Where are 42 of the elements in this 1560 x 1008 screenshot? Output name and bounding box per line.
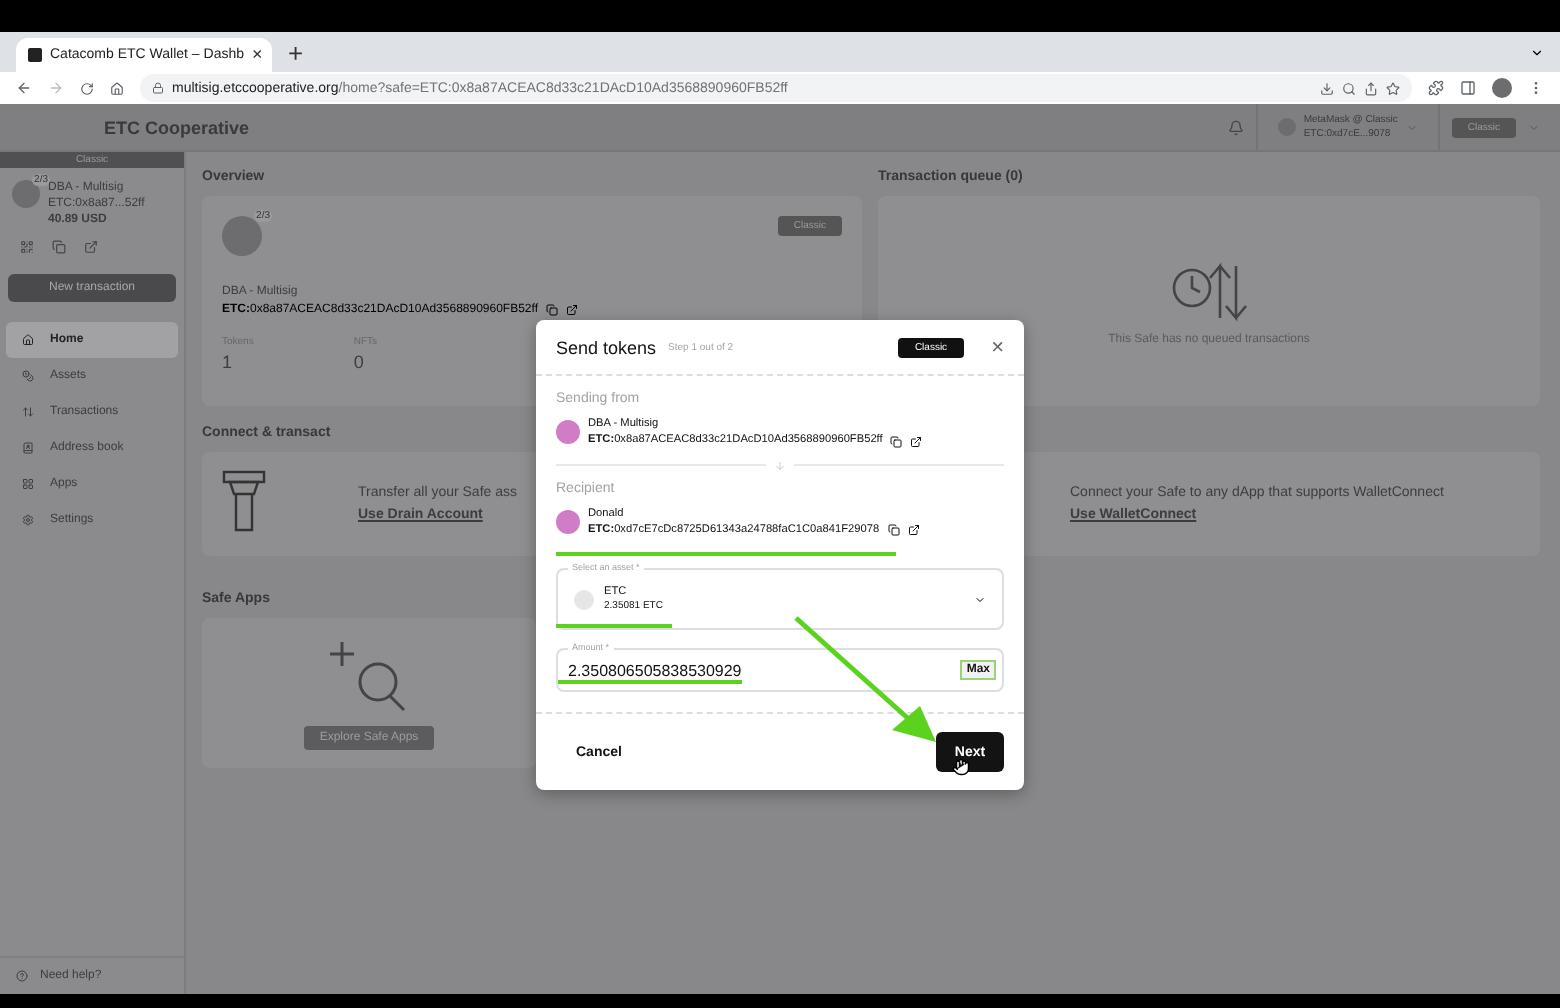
search-icon[interactable] xyxy=(1342,81,1356,95)
nav-icon xyxy=(22,442,34,455)
arrow-down-icon xyxy=(774,459,786,472)
copy-icon[interactable] xyxy=(890,435,903,448)
external-link-icon[interactable] xyxy=(907,524,920,537)
home-icon[interactable] xyxy=(110,81,124,95)
qr-code-icon[interactable] xyxy=(20,240,34,255)
nav-icon xyxy=(22,334,34,347)
back-icon[interactable] xyxy=(16,80,32,96)
profile-avatar[interactable] xyxy=(1492,78,1512,98)
cursor-icon xyxy=(952,758,970,776)
close-button[interactable]: × xyxy=(991,335,1004,359)
side-panel-icon[interactable] xyxy=(1460,80,1476,96)
favicon-icon xyxy=(28,48,42,62)
bell-icon[interactable] xyxy=(1227,119,1244,135)
external-link-icon[interactable] xyxy=(910,435,923,448)
stat-value: 0 xyxy=(353,352,366,372)
star-icon[interactable] xyxy=(1386,81,1400,95)
nav-icon xyxy=(22,478,34,491)
dialog-title: Send tokens xyxy=(556,337,657,357)
brand-name: ETC Cooperative xyxy=(104,117,252,137)
nav-icon xyxy=(22,514,34,527)
lock-icon xyxy=(152,82,164,94)
new-tab-button[interactable]: + xyxy=(288,39,304,65)
caret-icon xyxy=(974,593,986,605)
highlight-underline xyxy=(556,624,672,628)
token-icon xyxy=(574,589,594,609)
safe-avatar xyxy=(556,420,580,445)
nav-icon xyxy=(22,370,34,383)
recipient-avatar xyxy=(556,510,580,535)
nav-icon xyxy=(22,406,34,419)
clock-arrows-icon xyxy=(1167,257,1251,325)
tab-close-button[interactable]: × xyxy=(252,46,263,64)
share-icon[interactable] xyxy=(1364,81,1378,95)
reload-icon[interactable] xyxy=(80,81,94,95)
copy-icon[interactable] xyxy=(546,304,558,316)
install-icon[interactable] xyxy=(1320,81,1334,95)
extension-icon[interactable] xyxy=(1428,80,1444,96)
stat-value: 1 xyxy=(222,352,235,372)
help-icon xyxy=(16,970,28,982)
external-link-icon[interactable] xyxy=(566,304,578,316)
copy-icon[interactable] xyxy=(887,524,900,537)
